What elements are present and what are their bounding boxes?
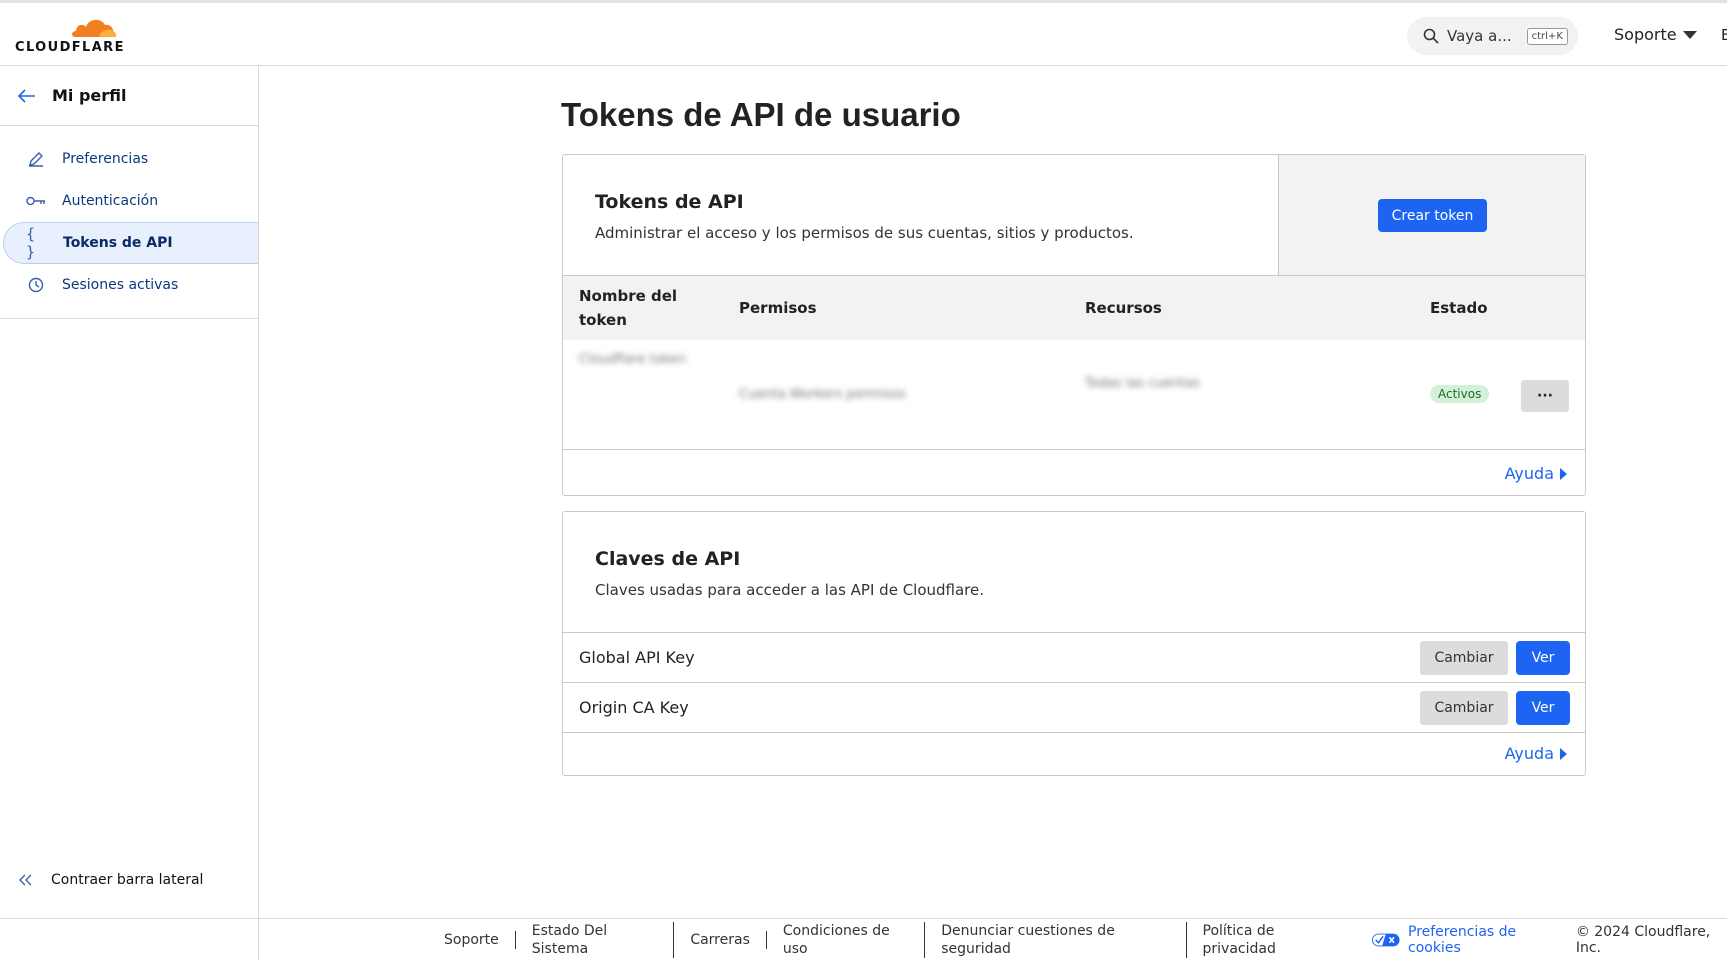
- cloudflare-logo[interactable]: CLOUDFLARE: [15, 15, 125, 57]
- token-resources-blurred: Todas las cuentas: [1085, 376, 1200, 391]
- sidebar-footer-divider: [0, 918, 259, 919]
- cookie-label: Preferencias de cookies: [1408, 923, 1517, 956]
- search-placeholder: Vaya a...: [1447, 27, 1512, 45]
- logo-text: CLOUDFLARE: [15, 40, 125, 55]
- cloud-logo-icon: [72, 19, 117, 37]
- collapse-label: Contraer barra lateral: [51, 872, 204, 888]
- braces-icon: { }: [26, 225, 36, 261]
- footer-link-status[interactable]: Estado Del Sistema: [516, 921, 675, 958]
- collapse-sidebar-button[interactable]: Contraer barra lateral: [18, 872, 203, 888]
- column-header-status: Estado: [1430, 299, 1488, 317]
- footer-link-terms[interactable]: Condiciones de uso: [767, 921, 926, 958]
- sidebar-nav: Preferencias Autenticación { } Tokens de…: [0, 126, 258, 319]
- api-keys-card: Claves de API Claves usadas para acceder…: [562, 511, 1586, 776]
- footer-link-careers[interactable]: Carreras: [674, 930, 767, 949]
- more-options-button[interactable]: ···: [1521, 380, 1569, 412]
- api-keys-header: Claves de API Claves usadas para acceder…: [563, 512, 1585, 633]
- back-arrow-icon[interactable]: [18, 88, 36, 103]
- profile-back-header[interactable]: Mi perfil: [0, 66, 258, 126]
- change-origin-key-button[interactable]: Cambiar: [1420, 691, 1508, 725]
- cookie-preferences-link[interactable]: Preferencias de cookies: [1356, 924, 1559, 956]
- key-name: Global API Key: [579, 648, 695, 667]
- token-name-blurred: Cloudflare token: [579, 352, 686, 367]
- api-tokens-description: Administrar el acceso y los permisos de …: [595, 224, 1134, 242]
- chevron-down-icon: [1682, 30, 1697, 39]
- change-global-key-button[interactable]: Cambiar: [1420, 641, 1508, 675]
- sidebar-item-label: Autenticación: [62, 193, 159, 209]
- column-header-name: Nombre del token: [579, 287, 678, 329]
- api-tokens-card: Tokens de API Administrar el acceso y lo…: [562, 154, 1586, 496]
- sidebar: Mi perfil Preferencias Autenticación { }…: [0, 66, 259, 960]
- clock-icon: [25, 274, 47, 296]
- status-badge: Activos: [1430, 385, 1490, 403]
- top-bar: CLOUDFLARE Vaya a... ctrl+K Soporte E: [0, 0, 1727, 66]
- create-token-panel: Crear token: [1278, 155, 1585, 275]
- create-token-button[interactable]: Crear token: [1378, 199, 1487, 232]
- api-keys-description: Claves usadas para acceder a las API de …: [595, 581, 985, 599]
- help-label: Ayuda: [1504, 464, 1554, 483]
- sidebar-item-autenticacion[interactable]: Autenticación: [3, 180, 258, 222]
- support-label: Soporte: [1614, 25, 1677, 44]
- search-shortcut: ctrl+K: [1526, 27, 1568, 45]
- table-row: Cloudflare token Cuenta.Workers permisos…: [563, 340, 1585, 450]
- sidebar-item-preferencias[interactable]: Preferencias: [3, 138, 258, 180]
- origin-ca-key-row: Origin CA Key Cambiar Ver: [563, 683, 1585, 733]
- help-label: Ayuda: [1504, 744, 1554, 763]
- double-chevron-left-icon: [19, 874, 32, 886]
- chevron-right-icon: [1560, 467, 1567, 480]
- search-button[interactable]: Vaya a... ctrl+K: [1407, 17, 1578, 55]
- key-icon: [25, 190, 47, 212]
- column-header-resources: Recursos: [1085, 299, 1162, 317]
- sidebar-item-sesiones[interactable]: Sesiones activas: [3, 264, 258, 306]
- key-name: Origin CA Key: [579, 698, 689, 717]
- column-header-permissions: Permisos: [739, 299, 817, 317]
- chevron-right-icon: [1560, 747, 1567, 760]
- footer-link-security[interactable]: Denunciar cuestiones de seguridad: [925, 921, 1187, 958]
- copyright: © 2024 Cloudflare, Inc.: [1575, 923, 1711, 956]
- page-title: Tokens de API de usuario: [561, 96, 961, 133]
- tokens-table-header: Nombre del token Permisos Recursos Estad…: [563, 276, 1585, 340]
- api-tokens-header: Tokens de API Administrar el acceso y lo…: [563, 155, 1585, 276]
- sidebar-title: Mi perfil: [52, 86, 127, 105]
- global-api-key-row: Global API Key Cambiar Ver: [563, 633, 1585, 683]
- support-dropdown[interactable]: Soporte: [1614, 25, 1697, 44]
- pencil-icon: [25, 148, 47, 170]
- privacy-toggle-icon: [1372, 933, 1400, 946]
- keys-help-link[interactable]: Ayuda: [1505, 744, 1567, 763]
- account-menu-partial[interactable]: E: [1721, 26, 1727, 44]
- footer: Soporte Estado Del Sistema Carreras Cond…: [259, 918, 1727, 960]
- token-permissions-blurred: Cuenta.Workers permisos: [739, 387, 906, 402]
- api-keys-title: Claves de API: [595, 548, 741, 570]
- api-tokens-title: Tokens de API: [595, 191, 744, 213]
- sidebar-item-label: Tokens de API: [63, 235, 173, 251]
- view-origin-key-button[interactable]: Ver: [1516, 691, 1570, 725]
- footer-link-support[interactable]: Soporte: [444, 930, 516, 949]
- sidebar-item-label: Preferencias: [62, 151, 149, 167]
- sidebar-item-tokens-api[interactable]: { } Tokens de API: [3, 222, 258, 264]
- sidebar-item-label: Sesiones activas: [62, 277, 179, 293]
- search-icon: [1423, 28, 1439, 44]
- view-global-key-button[interactable]: Ver: [1516, 641, 1570, 675]
- footer-link-privacy[interactable]: Política de privacidad: [1187, 922, 1357, 958]
- tokens-help-link[interactable]: Ayuda: [1505, 464, 1567, 483]
